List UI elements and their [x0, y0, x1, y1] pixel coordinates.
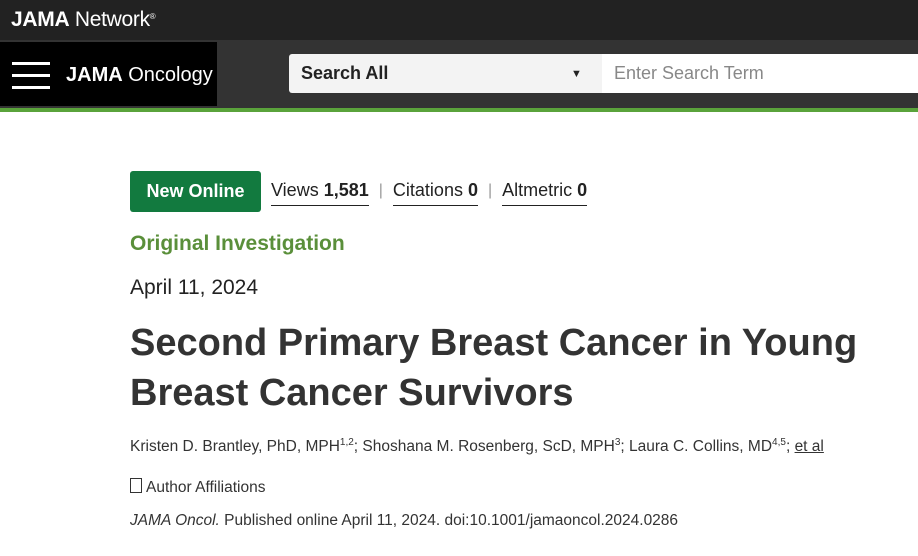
author-affiliations-toggle[interactable]: Author Affiliations: [130, 478, 265, 497]
journal-abbrev: JAMA Oncol.: [130, 512, 220, 529]
author-affiliation-sup: 4,5: [772, 437, 786, 448]
author-list: Kristen D. Brantley, PhD, MPH1,2; Shosha…: [130, 437, 824, 456]
article-title: Second Primary Breast Cancer in Young Br…: [130, 322, 858, 414]
views-metric[interactable]: Views 1,581: [271, 180, 369, 206]
article-citation: JAMA Oncol. Published online April 11, 2…: [130, 512, 678, 530]
metric-separator: |: [487, 182, 493, 199]
citations-metric[interactable]: Citations 0: [392, 180, 478, 206]
journal-title[interactable]: JAMA Oncology: [66, 64, 213, 87]
author-name[interactable]: Kristen D. Brantley, PhD, MPH: [130, 438, 340, 455]
logo-bold: JAMA: [11, 8, 70, 31]
network-header: JAMA Network®: [0, 0, 918, 40]
author-separator: ;: [620, 438, 630, 456]
views-label: Views: [271, 180, 319, 200]
citations-label: Citations: [392, 180, 463, 200]
jama-network-logo[interactable]: JAMA Network®: [11, 8, 156, 32]
expand-box-icon: [130, 478, 142, 493]
hamburger-icon[interactable]: [12, 62, 50, 90]
journal-brand: JAMA Oncology: [0, 42, 217, 106]
accent-divider: [0, 108, 918, 112]
citations-count: 0: [467, 180, 478, 200]
search-scope-label: Search All: [301, 63, 389, 83]
article-metrics: Views 1,581 | Citations 0 | Altmetric 0: [271, 180, 588, 206]
affiliations-label: Author Affiliations: [146, 479, 266, 496]
author-affiliation-sup: 1,2: [339, 437, 354, 448]
search-scope-select[interactable]: Search All ▼: [289, 54, 602, 93]
altmetric-label: Altmetric: [502, 180, 573, 200]
et-al-link[interactable]: et al: [795, 438, 824, 455]
search-input[interactable]: [602, 54, 918, 93]
altmetric-metric[interactable]: Altmetric 0: [502, 180, 588, 206]
citation-text: Published online April 11, 2024. doi:10.…: [219, 512, 679, 529]
metric-separator: |: [378, 182, 383, 199]
new-online-badge: New Online: [130, 171, 261, 212]
journal-title-name: Oncology: [128, 64, 213, 86]
author-name[interactable]: Laura C. Collins, MD: [629, 438, 772, 455]
logo-tm: ®: [149, 12, 156, 21]
caret-down-icon: ▼: [571, 68, 582, 80]
altmetric-count: 0: [577, 180, 588, 200]
views-count: 1,581: [323, 180, 369, 200]
journal-navbar: JAMA Oncology Search All ▼: [0, 40, 918, 108]
article-category: Original Investigation: [130, 232, 345, 255]
author-name[interactable]: Shoshana M. Rosenberg, ScD, MPH: [362, 438, 614, 455]
publication-date: April 11, 2024: [130, 276, 259, 299]
journal-title-bold: JAMA: [66, 64, 123, 86]
logo-light: Network: [74, 8, 150, 31]
author-separator: ;: [785, 438, 795, 456]
